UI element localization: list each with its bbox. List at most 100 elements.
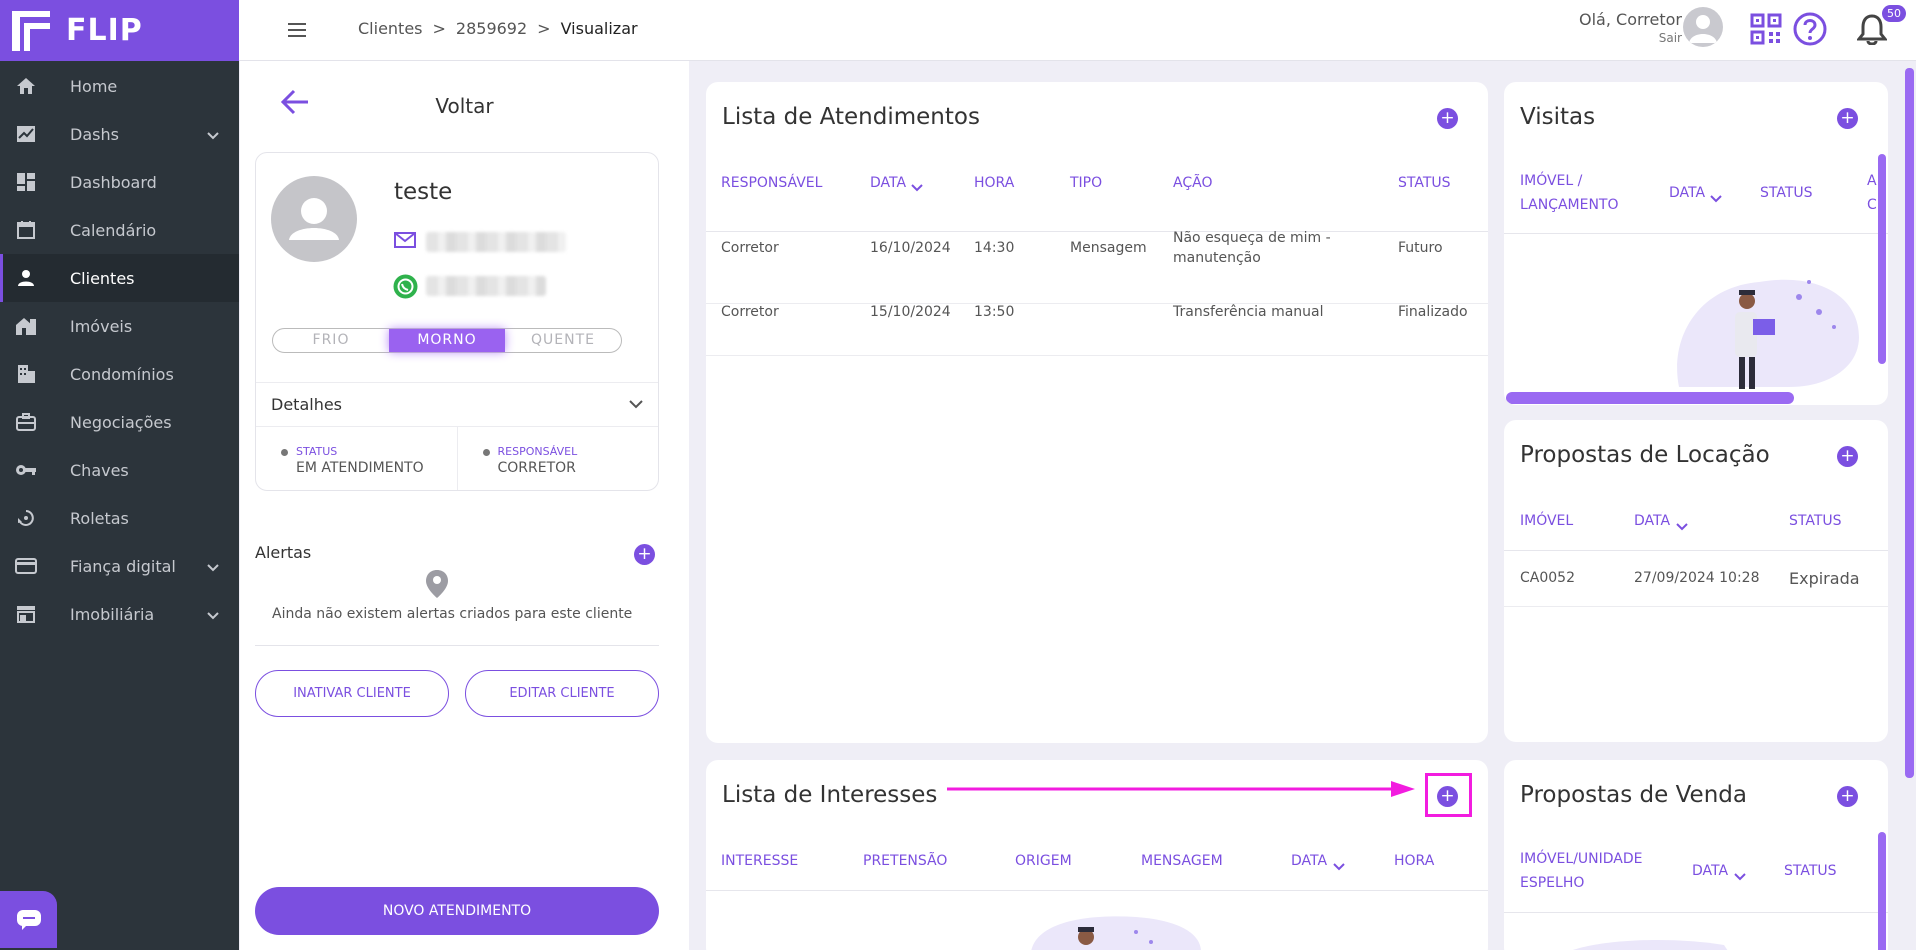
- chevron-down-icon: [207, 605, 219, 624]
- col-data[interactable]: DATA: [1291, 853, 1327, 869]
- temperature-frio[interactable]: FRIO: [273, 329, 389, 352]
- col-data[interactable]: DATA: [870, 175, 906, 191]
- col-data[interactable]: DATA: [1669, 185, 1705, 201]
- condo-icon: [15, 363, 37, 385]
- add-atendimento-button[interactable]: +: [1437, 108, 1458, 129]
- col-imovel-unidade[interactable]: IMÓVEL/UNIDADE: [1520, 851, 1643, 867]
- col-lancamento[interactable]: LANÇAMENTO: [1520, 197, 1619, 213]
- table-row[interactable]: [706, 304, 1488, 356]
- sidebar-item-condominios[interactable]: Condomínios: [0, 350, 239, 398]
- col-espelho[interactable]: ESPELHO: [1520, 875, 1584, 891]
- temperature-toggle: FRIO MORNO QUENTE: [272, 328, 622, 353]
- qr-code-icon[interactable]: [1750, 13, 1782, 49]
- status-dot: [281, 449, 288, 456]
- menu-icon[interactable]: [288, 22, 306, 41]
- sort-chevron-icon[interactable]: [1333, 856, 1345, 875]
- page-scrollbar[interactable]: [1905, 68, 1914, 778]
- details-label: Detalhes: [271, 395, 343, 414]
- new-service-button[interactable]: NOVO ATENDIMENTO: [255, 887, 659, 935]
- horizontal-scrollbar[interactable]: [1506, 392, 1794, 404]
- avatar[interactable]: [1683, 7, 1723, 47]
- cell-acao: Não esqueça de mim -: [1173, 230, 1331, 246]
- building-icon: [15, 315, 37, 337]
- visitas-title: Visitas: [1520, 104, 1596, 130]
- sidebar-item-clientes[interactable]: Clientes: [0, 254, 239, 302]
- col-status[interactable]: STATUS: [1760, 185, 1813, 201]
- add-locacao-button[interactable]: +: [1837, 446, 1858, 467]
- add-venda-button[interactable]: +: [1837, 786, 1858, 807]
- cell-status: Futuro: [1398, 240, 1443, 256]
- col-imovel[interactable]: IMÓVEL /: [1520, 173, 1582, 189]
- vertical-scrollbar[interactable]: [1878, 832, 1886, 950]
- col-hora[interactable]: HORA: [1394, 853, 1434, 869]
- atendimentos-title: Lista de Atendimentos: [722, 104, 980, 130]
- logout-link[interactable]: Sair: [1579, 31, 1682, 45]
- sidebar-item-imobiliaria[interactable]: Imobiliária: [0, 590, 239, 638]
- sidebar-item-chaves[interactable]: Chaves: [0, 446, 239, 494]
- col-status[interactable]: STATUS: [1784, 863, 1837, 879]
- cell-hora: 14:30: [974, 240, 1015, 256]
- divider: [1504, 912, 1888, 913]
- responsavel-dot: [482, 449, 490, 456]
- sidebar-item-label: Dashs: [70, 124, 119, 144]
- inactivate-client-button[interactable]: INATIVAR CLIENTE: [255, 670, 449, 717]
- add-visita-button[interactable]: +: [1837, 108, 1858, 129]
- col-tipo[interactable]: TIPO: [1070, 175, 1102, 191]
- sidebar-item-home[interactable]: Home: [0, 62, 239, 110]
- col-origem[interactable]: ORIGEM: [1015, 853, 1072, 869]
- cell-acao-line2: manutenção: [1173, 250, 1261, 266]
- sort-chevron-icon[interactable]: [1676, 516, 1688, 535]
- chat-button[interactable]: [0, 891, 57, 948]
- temperature-morno[interactable]: MORNO: [389, 329, 505, 352]
- brand-logo[interactable]: FLIP: [0, 0, 239, 61]
- breadcrumb-clientes[interactable]: Clientes: [358, 19, 423, 38]
- cell-data: 15/10/2024: [870, 304, 951, 320]
- temperature-quente[interactable]: QUENTE: [505, 329, 621, 352]
- help-icon[interactable]: [1793, 12, 1827, 50]
- col-a[interactable]: A: [1867, 173, 1877, 189]
- col-c[interactable]: C: [1867, 197, 1877, 213]
- col-acao[interactable]: AÇÃO: [1173, 175, 1212, 191]
- flip-logo-icon: [10, 9, 54, 53]
- empty-state-illustration: [1026, 912, 1206, 950]
- col-data[interactable]: DATA: [1634, 513, 1670, 529]
- location-pin-icon: [425, 569, 449, 603]
- client-card: teste FRIO MORNO QUENTE Detalhes STATUS …: [255, 152, 659, 491]
- whatsapp-icon: [393, 274, 418, 303]
- bell-icon[interactable]: [1855, 13, 1889, 49]
- annotation-highlight-box: [1425, 773, 1472, 817]
- sidebar-item-dashs[interactable]: Dashs: [0, 110, 239, 158]
- col-hora[interactable]: HORA: [974, 175, 1014, 191]
- sidebar-item-calendario[interactable]: Calendário: [0, 206, 239, 254]
- client-email-redacted: [426, 232, 566, 252]
- col-responsavel[interactable]: RESPONSÁVEL: [721, 175, 822, 191]
- sidebar-item-dashboard[interactable]: Dashboard: [0, 158, 239, 206]
- col-status[interactable]: STATUS: [1398, 175, 1451, 191]
- add-alert-button[interactable]: +: [634, 544, 655, 565]
- sidebar-nav: Home Dashs Dashboard Calendário Clientes…: [0, 62, 239, 638]
- col-status[interactable]: STATUS: [1789, 513, 1842, 529]
- sidebar-item-negociacoes[interactable]: Negociações: [0, 398, 239, 446]
- edit-client-button[interactable]: EDITAR CLIENTE: [465, 670, 659, 717]
- key-icon: [15, 459, 37, 481]
- details-toggle[interactable]: Detalhes: [256, 382, 658, 426]
- sidebar-item-imoveis[interactable]: Imóveis: [0, 302, 239, 350]
- sidebar-item-roletas[interactable]: Roletas: [0, 494, 239, 542]
- vertical-scrollbar[interactable]: [1878, 154, 1886, 364]
- back-label[interactable]: Voltar: [240, 94, 689, 118]
- breadcrumb-client-id[interactable]: 2859692: [456, 19, 527, 38]
- col-data[interactable]: DATA: [1692, 863, 1728, 879]
- col-interesse[interactable]: INTERESSE: [721, 853, 798, 869]
- empty-state-illustration: [1544, 935, 1744, 950]
- sort-chevron-icon[interactable]: [1734, 866, 1746, 885]
- col-imovel[interactable]: IMÓVEL: [1520, 513, 1573, 529]
- sort-chevron-icon[interactable]: [911, 177, 923, 196]
- sort-chevron-icon[interactable]: [1710, 188, 1722, 207]
- col-pretensao[interactable]: PRETENSÃO: [863, 853, 947, 869]
- locacao-title: Propostas de Locação: [1520, 442, 1770, 468]
- briefcase-icon: [15, 411, 37, 433]
- plus-icon: +: [1840, 446, 1855, 466]
- col-mensagem[interactable]: MENSAGEM: [1141, 853, 1223, 869]
- topbar: Clientes > 2859692 > Visualizar Olá, Cor…: [239, 0, 1916, 61]
- sidebar-item-fianca-digital[interactable]: Fiança digital: [0, 542, 239, 590]
